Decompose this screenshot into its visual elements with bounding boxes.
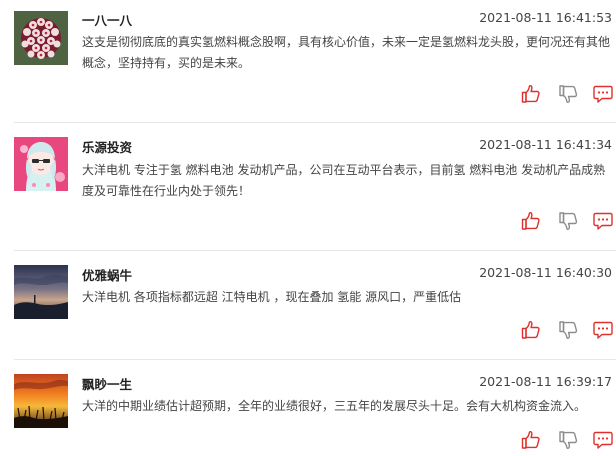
comment-bubble-icon: [592, 210, 614, 232]
thumbs-up-icon: [520, 83, 542, 105]
post-time: 2021-08-11 16:39:17: [479, 374, 612, 389]
post-time: 2021-08-11 16:40:30: [479, 265, 612, 280]
avatar[interactable]: [14, 265, 68, 319]
like-button[interactable]: [520, 210, 542, 232]
dislike-button[interactable]: [557, 210, 579, 232]
action-bar: [0, 83, 616, 105]
avatar[interactable]: [14, 11, 68, 65]
action-bar: [0, 319, 616, 341]
comment-text: 大洋电机 专注于氢 燃料电池 发动机产品，公司在互动平台表示，目前氢 燃料电池 …: [82, 163, 606, 198]
action-bar: [0, 210, 616, 232]
comment-text: 大洋的中期业绩估计超预期，全年的业绩很好，三五年的发展尽头十足。会有大机构资金流…: [82, 399, 587, 413]
action-bar: [0, 429, 616, 451]
post-time: 2021-08-11 16:41:53: [479, 10, 612, 25]
author-name[interactable]: 乐源投资: [82, 137, 132, 156]
comment-bubble-icon: [592, 319, 614, 341]
comment-bubble-icon: [592, 83, 614, 105]
comment-button[interactable]: [592, 319, 614, 341]
dislike-button[interactable]: [557, 319, 579, 341]
comment-item: 乐源投资 2021-08-11 16:41:34 大洋电机 专注于氢 燃料电池 …: [0, 123, 616, 250]
comment-text: 这支是彻彻底底的真实氢燃料概念股啊，具有核心价值，未来一定是氢燃料龙头股，更何况…: [82, 35, 611, 70]
thumbs-down-icon: [557, 83, 579, 105]
sunset-grass-avatar: [14, 374, 68, 428]
thumbs-up-icon: [520, 210, 542, 232]
thumbs-down-icon: [557, 319, 579, 341]
dusk-sky-avatar: [14, 265, 68, 319]
comment-list: 一八一八 2021-08-11 16:41:53 这支是彻彻底底的真实氢燃料概念…: [0, 0, 616, 456]
thumbs-down-icon: [557, 429, 579, 451]
like-button[interactable]: [520, 319, 542, 341]
like-button[interactable]: [520, 429, 542, 451]
thumbs-up-icon: [520, 429, 542, 451]
comment-item: 优雅蜗牛 2021-08-11 16:40:30 大洋电机 各项指标都远超 江特…: [0, 251, 616, 359]
comment-item: 飘眇一生 2021-08-11 16:39:17 大洋的中期业绩估计超预期，全年…: [0, 360, 616, 456]
like-button[interactable]: [520, 83, 542, 105]
comment-bubble-icon: [592, 429, 614, 451]
post-time: 2021-08-11 16:41:34: [479, 137, 612, 152]
comment-item: 一八一八 2021-08-11 16:41:53 这支是彻彻底底的真实氢燃料概念…: [0, 0, 616, 122]
comment-button[interactable]: [592, 210, 614, 232]
thumbs-up-icon: [520, 319, 542, 341]
avatar[interactable]: [14, 137, 68, 191]
comment-text: 大洋电机 各项指标都远超 江特电机 ，现在叠加 氢能 源风口，严重低估: [82, 290, 462, 304]
dislike-button[interactable]: [557, 429, 579, 451]
comment-button[interactable]: [592, 429, 614, 451]
avatar[interactable]: [14, 374, 68, 428]
dislike-button[interactable]: [557, 83, 579, 105]
author-name[interactable]: 一八一八: [82, 10, 132, 29]
author-name[interactable]: 优雅蜗牛: [82, 265, 132, 284]
anime-character-avatar: [14, 137, 68, 191]
flower-cluster-avatar: [14, 11, 68, 65]
author-name[interactable]: 飘眇一生: [82, 374, 132, 393]
comment-button[interactable]: [592, 83, 614, 105]
thumbs-down-icon: [557, 210, 579, 232]
